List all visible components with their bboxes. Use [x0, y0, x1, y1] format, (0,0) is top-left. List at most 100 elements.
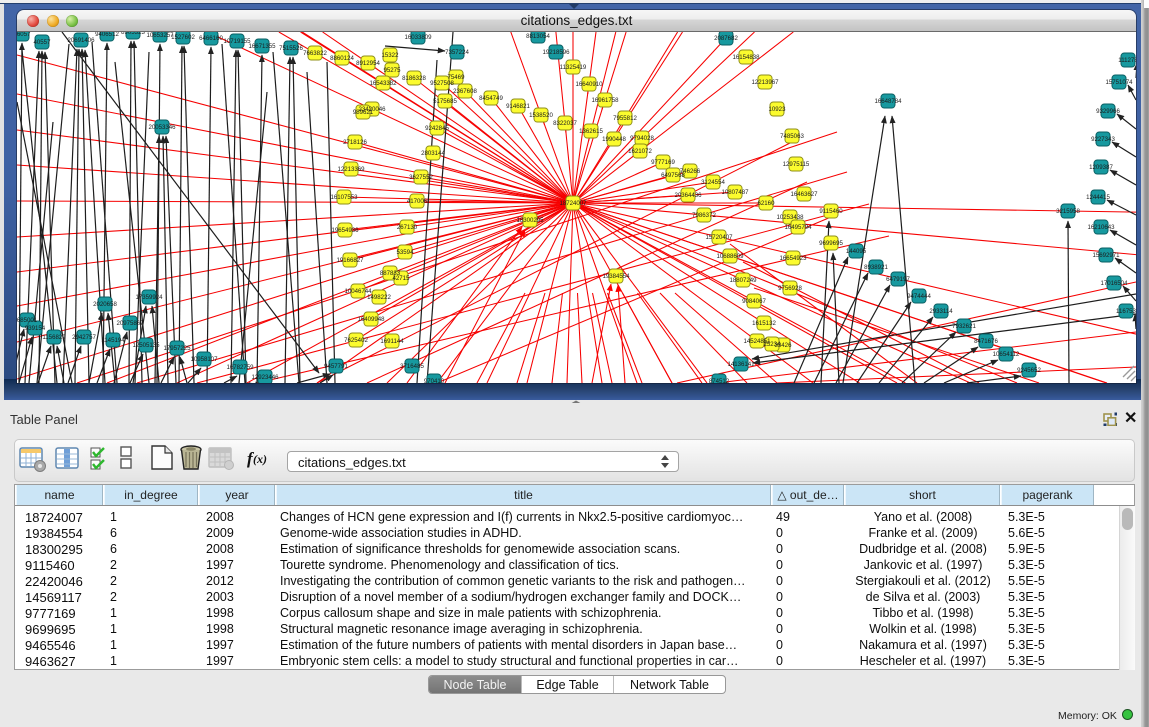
- svg-text:685001: 685001: [17, 317, 38, 324]
- svg-text:6497568: 6497568: [661, 172, 685, 179]
- svg-text:1621072: 1621072: [628, 148, 652, 155]
- svg-text:3627552: 3627552: [409, 174, 433, 181]
- svg-text:17957225: 17957225: [163, 345, 191, 352]
- svg-text:8322037: 8322037: [553, 120, 577, 127]
- svg-text:19166827: 19166827: [336, 257, 364, 264]
- svg-text:417006: 417006: [407, 198, 428, 205]
- svg-text:14136141: 14136141: [727, 361, 755, 368]
- svg-text:1538520: 1538520: [529, 112, 553, 119]
- svg-text:16648784: 16648784: [874, 98, 902, 105]
- svg-text:12505135: 12505135: [132, 342, 160, 349]
- svg-text:1498222: 1498222: [367, 294, 391, 301]
- svg-text:16033809: 16033809: [404, 34, 432, 41]
- svg-text:939154: 939154: [25, 325, 46, 332]
- svg-text:16057: 16057: [17, 32, 31, 38]
- svg-text:16961758: 16961758: [591, 97, 619, 104]
- svg-text:3124554: 3124554: [701, 179, 725, 186]
- svg-text:9245652: 9245652: [1017, 367, 1041, 374]
- svg-text:8471676: 8471676: [974, 338, 998, 345]
- svg-text:9527508: 9527508: [430, 80, 454, 87]
- svg-text:7663822: 7663822: [303, 50, 327, 57]
- svg-text:10923: 10923: [769, 106, 787, 113]
- svg-text:1691144: 1691144: [380, 338, 404, 345]
- svg-text:8860124: 8860124: [330, 55, 354, 62]
- svg-text:10688609: 10688609: [716, 253, 744, 260]
- svg-text:6466160: 6466160: [199, 35, 223, 42]
- svg-text:116753: 116753: [1116, 308, 1136, 315]
- svg-text:9406512: 9406512: [95, 32, 119, 38]
- svg-text:16671355: 16671355: [248, 43, 276, 50]
- svg-text:12213967: 12213967: [751, 79, 779, 86]
- svg-text:9115460: 9115460: [819, 208, 843, 215]
- svg-text:2942757: 2942757: [72, 334, 96, 341]
- svg-text:8454749: 8454749: [479, 95, 503, 102]
- svg-text:19654936: 19654936: [331, 227, 359, 234]
- svg-text:42715: 42715: [393, 275, 411, 282]
- svg-text:11325419: 11325419: [560, 64, 587, 71]
- svg-text:16543382: 16543382: [369, 80, 397, 87]
- svg-text:9794028: 9794028: [630, 135, 654, 142]
- svg-text:17359924: 17359924: [135, 294, 163, 301]
- svg-text:15692971: 15692971: [1092, 252, 1120, 259]
- svg-text:970410: 970410: [424, 378, 445, 383]
- svg-text:19384554: 19384554: [602, 273, 630, 280]
- svg-text:9329966: 9329966: [1096, 108, 1120, 115]
- svg-text:16495794: 16495794: [784, 224, 812, 231]
- svg-text:8186328: 8186328: [402, 75, 426, 82]
- svg-text:10654112: 10654112: [993, 351, 1020, 358]
- svg-text:8813054: 8813054: [526, 33, 550, 40]
- svg-text:1209387: 1209387: [1089, 164, 1113, 171]
- svg-text:18807249: 18807249: [729, 277, 757, 284]
- svg-text:16654923: 16654923: [779, 255, 807, 262]
- svg-text:16640910: 16640910: [575, 81, 603, 88]
- svg-text:9474444: 9474444: [907, 293, 931, 300]
- svg-text:18300295: 18300295: [516, 217, 544, 224]
- svg-text:15751074: 15751074: [1105, 79, 1133, 86]
- svg-text:40557: 40557: [34, 39, 52, 46]
- svg-text:7625402: 7625402: [344, 337, 368, 344]
- svg-text:62160: 62160: [758, 200, 776, 207]
- svg-text:3215958: 3215958: [1056, 208, 1080, 215]
- svg-text:25234: 25234: [764, 341, 782, 348]
- svg-text:1615132: 1615132: [752, 320, 776, 327]
- svg-text:8938921: 8938921: [864, 264, 888, 271]
- svg-text:20364436: 20364436: [674, 192, 702, 199]
- svg-text:9457791: 9457791: [324, 363, 348, 370]
- svg-text:20691406: 20691406: [67, 37, 95, 44]
- svg-text:95275: 95275: [384, 67, 402, 74]
- svg-text:8912954: 8912954: [356, 60, 380, 67]
- svg-text:20053346: 20053346: [148, 124, 176, 131]
- svg-text:2803144: 2803144: [421, 150, 445, 157]
- svg-text:2933114: 2933114: [929, 308, 953, 315]
- svg-text:9242845: 9242845: [425, 125, 449, 132]
- svg-text:12213369: 12213369: [337, 166, 365, 173]
- svg-text:16782759: 16782759: [226, 364, 254, 371]
- svg-text:9756928: 9756928: [778, 285, 802, 292]
- svg-text:15322: 15322: [382, 52, 400, 59]
- svg-text:3716485: 3716485: [400, 363, 424, 370]
- svg-text:267130: 267130: [397, 224, 418, 231]
- svg-text:9777169: 9777169: [651, 159, 675, 166]
- svg-text:7357224: 7357224: [445, 49, 469, 56]
- svg-text:16107553: 16107553: [330, 194, 358, 201]
- svg-text:53594: 53594: [397, 249, 415, 256]
- svg-text:10253438: 10253438: [776, 214, 804, 221]
- svg-text:9699695: 9699695: [819, 240, 843, 247]
- svg-text:(x): (x): [253, 452, 267, 466]
- svg-text:1244415: 1244415: [1086, 194, 1110, 201]
- svg-text:7932621: 7932621: [952, 323, 976, 330]
- svg-text:1527602: 1527602: [171, 34, 195, 41]
- svg-text:17016504: 17016504: [1100, 280, 1128, 287]
- svg-text:2020658: 2020658: [93, 301, 117, 308]
- svg-text:989621: 989621: [353, 109, 374, 116]
- svg-text:16463627: 16463627: [790, 191, 818, 198]
- svg-text:7515526: 7515526: [279, 45, 303, 52]
- svg-text:9146821: 9146821: [506, 103, 530, 110]
- svg-text:1362615: 1362615: [579, 128, 603, 135]
- svg-text:10719155: 10719155: [223, 38, 251, 45]
- svg-text:7955812: 7955812: [613, 115, 637, 122]
- svg-text:2367608: 2367608: [453, 88, 477, 95]
- svg-text:20975867: 20975867: [116, 320, 144, 327]
- svg-text:18724007: 18724007: [559, 200, 587, 207]
- svg-text:8905323: 8905323: [121, 32, 145, 36]
